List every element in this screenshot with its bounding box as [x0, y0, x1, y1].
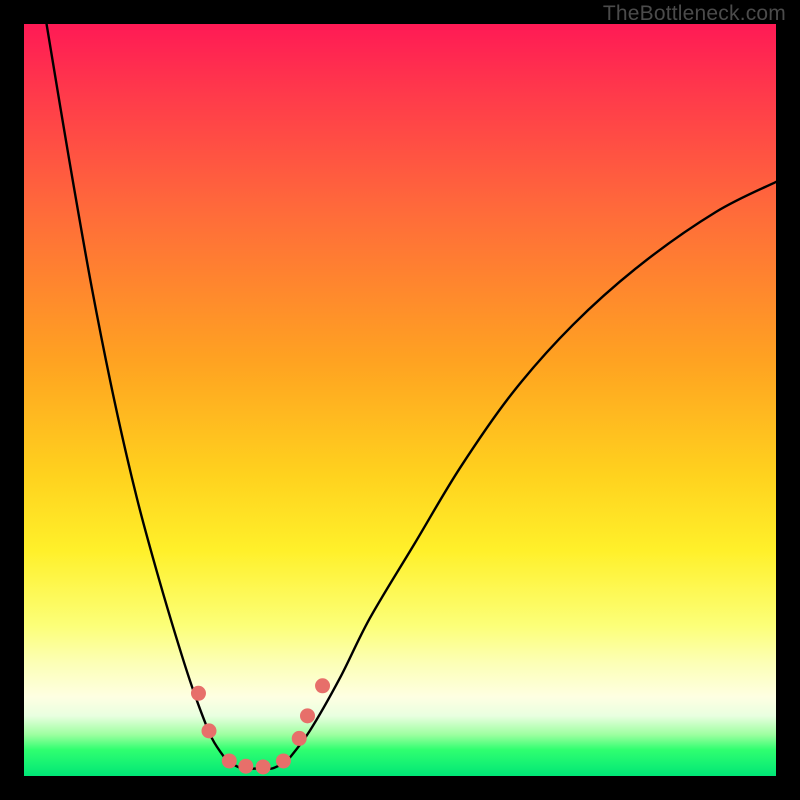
bottleneck-curve	[47, 24, 776, 769]
data-marker	[191, 686, 206, 701]
plot-area	[24, 24, 776, 776]
data-marker	[315, 678, 330, 693]
data-marker	[292, 731, 307, 746]
curve-left-branch	[47, 24, 227, 761]
data-marker	[300, 708, 315, 723]
data-marker	[238, 759, 253, 774]
near-minimum-markers	[191, 678, 330, 774]
data-marker	[256, 759, 271, 774]
data-marker	[222, 753, 237, 768]
data-marker	[201, 723, 216, 738]
chart-svg	[24, 24, 776, 776]
data-marker	[276, 753, 291, 768]
curve-right-branch	[287, 182, 776, 761]
outer-frame: TheBottleneck.com	[0, 0, 800, 800]
watermark-text: TheBottleneck.com	[603, 2, 786, 26]
